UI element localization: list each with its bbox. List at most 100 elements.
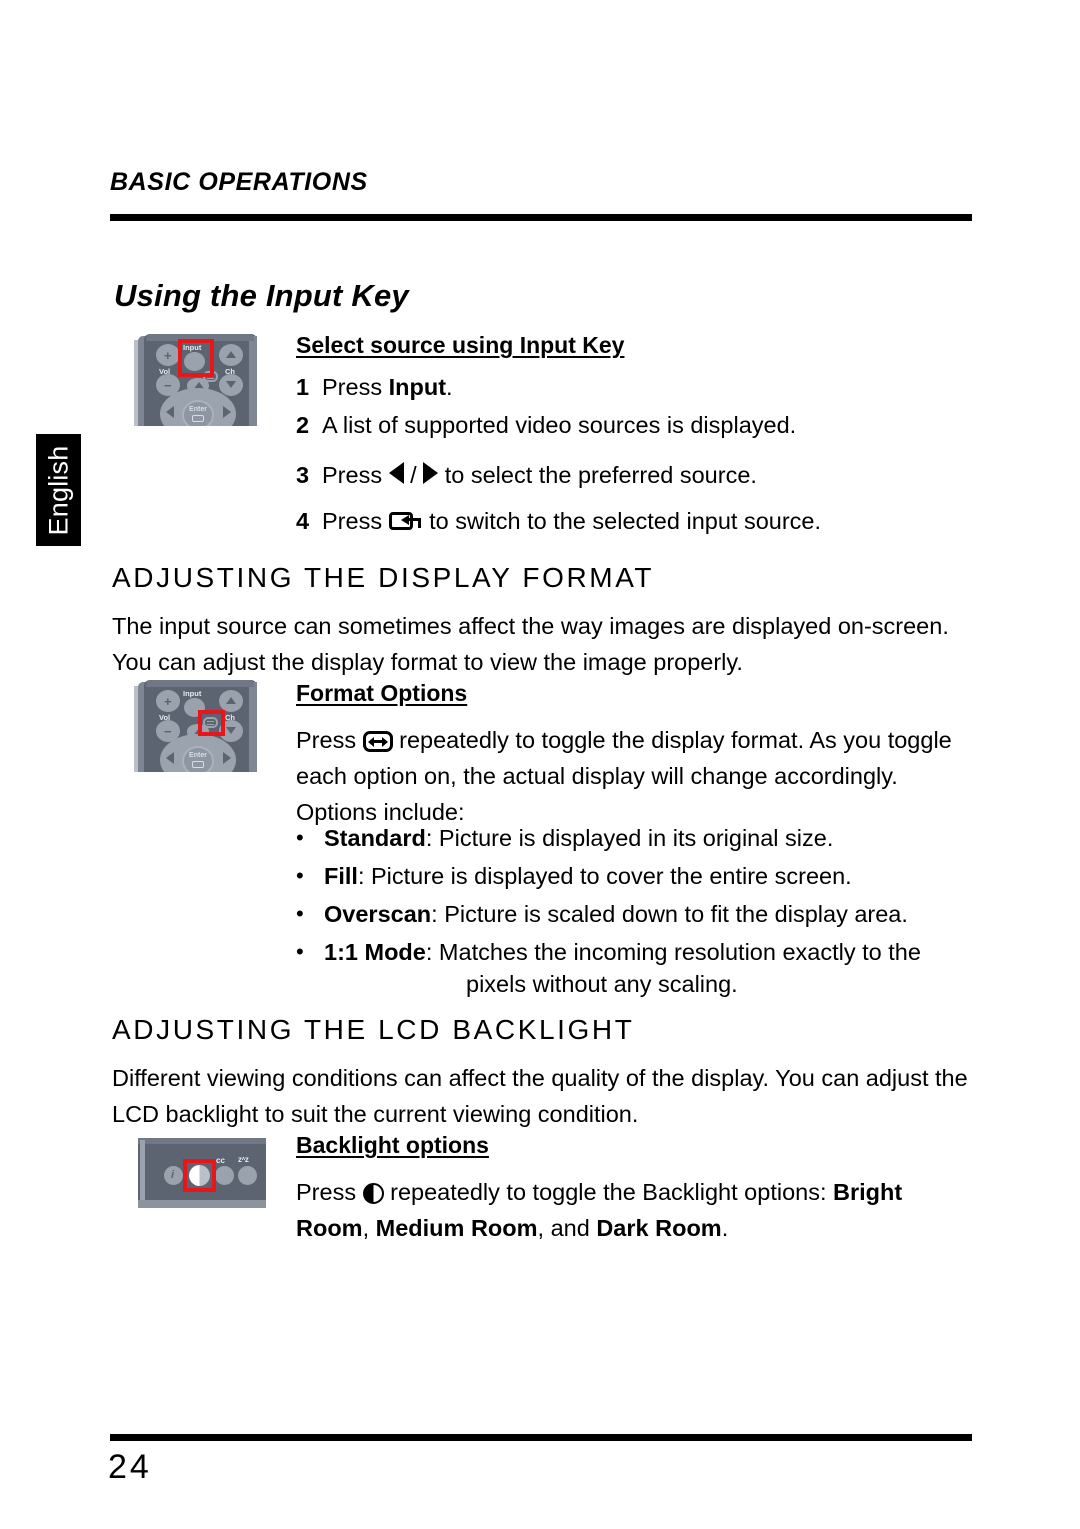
format-options-body: Press repeatedly to toggle the display f… [296, 722, 968, 830]
enter-button-label: Enter [189, 406, 207, 413]
step-4: 4 Press to switch to the selected input s… [296, 506, 821, 536]
panel-left-edge [140, 1140, 145, 1206]
bullet-dot: • [296, 939, 304, 964]
input-button-label: Input [183, 689, 202, 698]
manual-page: BASIC OPERATIONS English Using the Input… [0, 0, 1080, 1529]
display-format-intro: The input source can sometimes affect th… [112, 608, 992, 680]
option-term: Standard [324, 825, 426, 851]
footer-rule [110, 1434, 972, 1441]
step-1-number: 1 [296, 374, 310, 400]
sleep-label: zᶺz [238, 1155, 249, 1164]
display-format-intro-line1: The input source can sometimes affect th… [112, 613, 949, 639]
enter-key-icon [192, 415, 204, 422]
format-option-one-to-one: • 1:1 Mode: Matches the incoming resolut… [296, 936, 976, 1000]
bullet-dot: • [296, 901, 304, 926]
backlight-highlight-box [183, 1159, 216, 1192]
backlight-intro: Different viewing conditions can affect … [112, 1060, 1002, 1132]
channel-down-arrow-icon [226, 381, 236, 388]
header-rule [110, 214, 972, 221]
remote-right-edge [249, 682, 257, 772]
section-title-lcd-backlight: ADJUSTING THE LCD BACKLIGHT [112, 1014, 635, 1045]
enter-key-icon [192, 761, 204, 768]
option-desc-continued: pixels without any scaling. [466, 971, 738, 997]
section-title-display-format: ADJUSTING THE DISPLAY FORMAT [112, 562, 655, 593]
volume-up-label: + [164, 348, 172, 363]
option-term: 1:1 Mode [324, 939, 426, 965]
sep-2: , and [537, 1215, 597, 1241]
bullet-dot: • [296, 863, 304, 888]
remote-illustration-format: + Vol − Input Ch Enter [130, 676, 263, 772]
option-desc: : Picture is displayed in its original s… [425, 825, 834, 851]
format-options-subhead: Format Options [296, 680, 468, 706]
page-title: Using the Input Key [114, 278, 409, 313]
backlight-options-subhead: Backlight options [296, 1132, 489, 1158]
backlight-intro-line2: LCD backlight to suit the current viewin… [112, 1101, 639, 1127]
option-desc: : Picture is scaled down to fit the disp… [431, 901, 908, 927]
step-1-post: . [446, 374, 453, 400]
info-label: i [171, 1169, 175, 1181]
input-highlight-box [178, 339, 214, 377]
arrow-separator: / [403, 462, 424, 488]
format-option-overscan: • Overscan: Picture is scaled down to fi… [296, 898, 976, 930]
cc-label: cc [216, 1156, 225, 1165]
step-4-pre: Press [322, 508, 389, 534]
dpad-left-arrow-icon [166, 406, 174, 418]
left-arrow-icon [388, 462, 404, 484]
step-1-pre: Press [322, 374, 389, 400]
dpad-right-arrow-icon [223, 752, 231, 764]
backlight-body-mid: repeatedly to toggle the Backlight optio… [383, 1179, 834, 1205]
format-body-pre: Press [296, 727, 363, 753]
backlight-body-pre: Press [296, 1179, 363, 1205]
option-term: Fill [324, 863, 358, 889]
panel-bottom-edge [138, 1200, 266, 1208]
backlight-option-dark: Dark Room [596, 1215, 722, 1241]
volume-down-label: − [164, 724, 172, 739]
backlight-option-medium: Medium Room [375, 1215, 538, 1241]
sentence-end: . [721, 1215, 729, 1241]
remote-illustration-input: + Vol − Input Ch Enter [130, 330, 263, 426]
volume-down-label: − [164, 378, 172, 393]
enter-button-label: Enter [189, 752, 207, 759]
sleep-button [238, 1166, 257, 1185]
backlight-key-icon [362, 1183, 384, 1204]
step-2-text: A list of supported video sources is dis… [322, 412, 797, 438]
step-3: 3 Press / to select the preferred source. [296, 460, 757, 490]
volume-up-label: + [164, 694, 172, 709]
backlight-intro-line1: Different viewing conditions can affect … [112, 1065, 968, 1091]
backlight-options-body: Press repeatedly to toggle the Backlight… [296, 1174, 946, 1246]
channel-up-arrow-icon [226, 697, 236, 704]
dpad-left-arrow-icon [166, 752, 174, 764]
control-panel-illustration: i cc zᶺz [128, 1128, 276, 1214]
sep-1: , [362, 1215, 376, 1241]
option-term: Overscan [324, 901, 432, 927]
step-4-number: 4 [296, 508, 310, 534]
language-tab: English [36, 434, 81, 546]
cc-button [215, 1166, 234, 1185]
step-4-post: to switch to the selected input source. [422, 508, 822, 534]
running-head: BASIC OPERATIONS [110, 168, 368, 196]
step-2: 2 A list of supported video sources is di… [296, 410, 796, 440]
page-number: 24 [108, 1448, 152, 1486]
step-3-post: to select the preferred source. [438, 462, 757, 488]
enter-key-icon [388, 512, 423, 532]
input-key-subhead: Select source using Input Key [296, 332, 625, 358]
step-3-number: 3 [296, 462, 310, 488]
step-2-number: 2 [296, 412, 310, 438]
channel-down-arrow-icon [226, 727, 236, 734]
step-1-bold: Input [388, 374, 447, 400]
format-body-post: repeatedly to toggle the display format.… [296, 727, 952, 825]
display-format-intro-line2: You can adjust the display format to vie… [112, 649, 743, 675]
display-format-key-icon [362, 731, 393, 752]
format-key-highlight-box [198, 710, 225, 736]
step-1: 1 Press Input. [296, 372, 453, 402]
format-option-fill: • Fill: Picture is displayed to cover th… [296, 860, 976, 892]
panel-top-edge [138, 1138, 266, 1144]
right-arrow-icon [423, 462, 439, 484]
channel-up-arrow-icon [226, 351, 236, 358]
option-desc: : Matches the incoming resolution exactl… [425, 939, 921, 965]
language-tab-label: English [43, 445, 73, 535]
dpad-right-arrow-icon [223, 406, 231, 418]
step-3-pre: Press [322, 462, 389, 488]
remote-right-edge [249, 336, 257, 426]
remote-top-bar [146, 680, 254, 687]
